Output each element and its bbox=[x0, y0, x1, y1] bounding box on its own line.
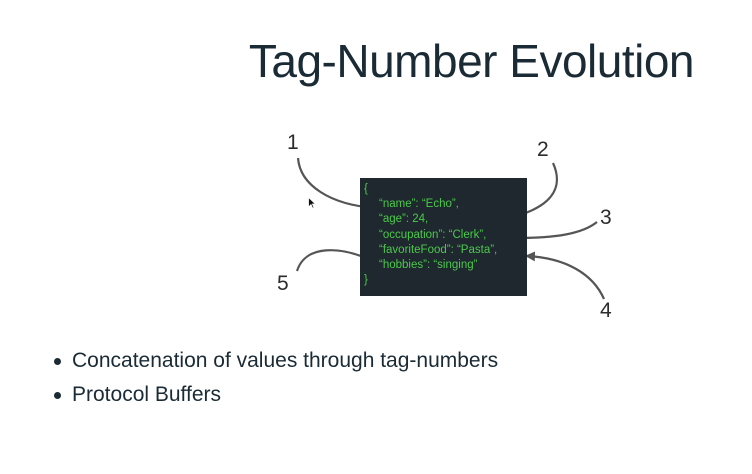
code-line: “hobbies”: “singing” bbox=[379, 259, 478, 272]
bullet-text: Concatenation of values through tag-numb… bbox=[72, 349, 499, 372]
bullet-dot-icon bbox=[54, 392, 61, 399]
bullet-dot-icon bbox=[54, 358, 61, 365]
bullet-item: Protocol Buffers bbox=[52, 380, 498, 414]
code-line: “name”: “Echo”, bbox=[379, 198, 459, 211]
callout-number-1: 1 bbox=[287, 131, 299, 154]
mouse-cursor-icon bbox=[308, 197, 316, 209]
callout-number-5: 5 bbox=[277, 272, 289, 295]
callout-number-2: 2 bbox=[537, 138, 549, 161]
bullet-text: Protocol Buffers bbox=[72, 383, 222, 406]
callout-number-4: 4 bbox=[600, 299, 612, 322]
arrow-4 bbox=[525, 251, 606, 300]
code-line: { bbox=[364, 183, 368, 195]
json-code-block: { “name”: “Echo”, “age”: 24, “occupation… bbox=[360, 178, 527, 296]
slide: Tag-Number Evolution { “name”: “Echo”, “… bbox=[0, 0, 752, 474]
code-line: “favoriteFood”: “Pasta”, bbox=[379, 243, 498, 256]
callout-number-3: 3 bbox=[600, 206, 612, 229]
bullet-item: Concatenation of values through tag-numb… bbox=[52, 346, 498, 380]
arrow-3 bbox=[515, 221, 598, 243]
bullet-list: Concatenation of values through tag-numb… bbox=[52, 346, 498, 414]
code-line: “age”: 24, bbox=[379, 213, 429, 226]
code-line: } bbox=[364, 274, 368, 287]
code-line: “occupation”: “Clerk”, bbox=[379, 228, 487, 241]
slide-title: Tag-Number Evolution bbox=[248, 35, 695, 87]
